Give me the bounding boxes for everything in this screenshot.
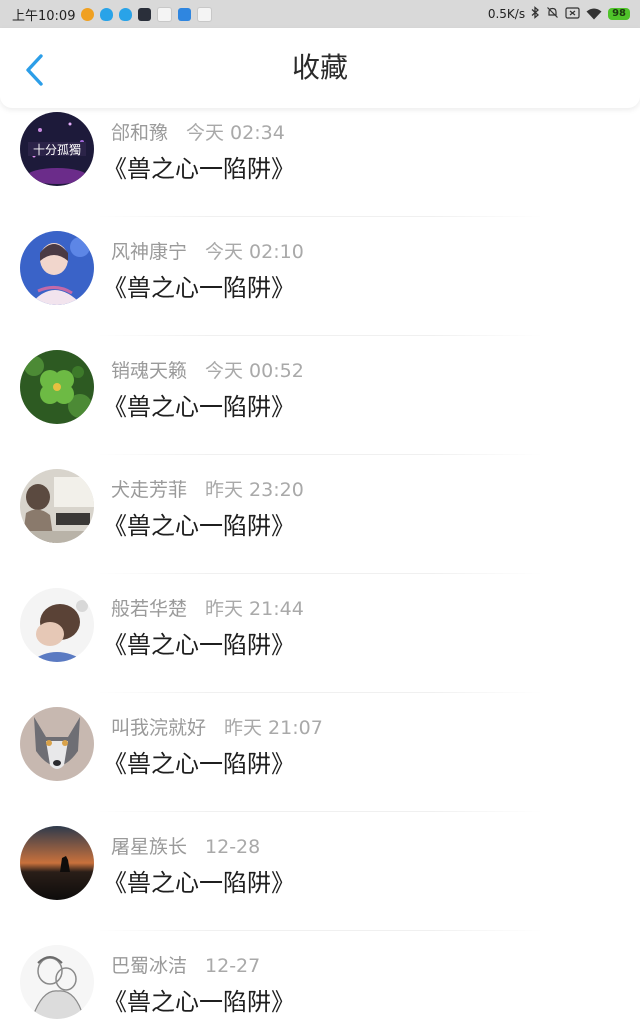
user-name: 屠星族长 [111, 836, 188, 858]
user-name: 销魂天籁 [111, 360, 188, 382]
page-title: 收藏 [291, 51, 348, 84]
status-bar: 上午10:09 0.5K/s 98 [0, 0, 640, 28]
timestamp: 12-28 [205, 836, 261, 858]
favorite-title: 《兽之心一陷阱》 [103, 512, 295, 540]
favorite-title: 《兽之心一陷阱》 [103, 750, 295, 778]
user-name: 般若华楚 [111, 598, 188, 620]
list-item[interactable]: 十分孤獨 郃和豫 今天 02:34 《兽之心一陷阱》 [0, 98, 640, 217]
favorite-title: 《兽之心一陷阱》 [103, 393, 295, 421]
status-bar-left: 上午10:09 [12, 5, 213, 24]
mute-bell-icon [546, 6, 559, 22]
status-time: 上午10:09 [12, 8, 76, 24]
user-name: 犬走芳菲 [111, 479, 188, 501]
timestamp: 昨天 23:20 [205, 479, 304, 501]
list-item[interactable]: 般若华楚 昨天 21:44 《兽之心一陷阱》 [0, 574, 640, 693]
timestamp: 今天 00:52 [205, 360, 304, 382]
list-item[interactable]: 风神康宁 今天 02:10 《兽之心一陷阱》 [0, 217, 640, 336]
svg-text:十分孤獨: 十分孤獨 [33, 142, 81, 157]
avatar[interactable]: 十分孤獨 [20, 112, 94, 186]
bluetooth-icon [531, 6, 540, 22]
list-item[interactable]: 销魂天籁 今天 00:52 《兽之心一陷阱》 [0, 336, 640, 455]
sim-off-icon [565, 6, 580, 22]
timestamp: 昨天 21:44 [205, 598, 304, 620]
avatar[interactable] [20, 945, 94, 1019]
user-name: 巴蜀冰洁 [111, 955, 188, 977]
status-bar-right: 0.5K/s 98 [488, 6, 630, 22]
list-item[interactable]: 犬走芳菲 昨天 23:20 《兽之心一陷阱》 [0, 455, 640, 574]
wifi-icon [586, 8, 602, 20]
timestamp: 今天 02:34 [186, 122, 285, 144]
app-dark-icon [138, 7, 152, 21]
qq-icon [119, 7, 133, 21]
item-meta: 销魂天籁 今天 00:52 [111, 356, 304, 383]
net-speed: 0.5K/s [487, 7, 526, 21]
list-item[interactable]: 叫我浣就好 昨天 21:07 《兽之心一陷阱》 [0, 693, 640, 812]
weibo-icon [81, 7, 95, 21]
favorite-title: 《兽之心一陷阱》 [103, 988, 295, 1016]
favorites-list: 十分孤獨 郃和豫 今天 02:34 《兽之心一陷阱》 风神康宁 今天 02:10… [0, 98, 640, 1024]
app-white-icon [197, 6, 213, 22]
app-white-icon [157, 6, 173, 22]
user-name: 叫我浣就好 [111, 717, 207, 739]
favorite-title: 《兽之心一陷阱》 [103, 155, 295, 183]
avatar[interactable] [20, 231, 94, 305]
timestamp: 12-27 [205, 955, 261, 977]
item-meta: 巴蜀冰洁 12-27 [111, 951, 260, 978]
list-item[interactable]: 巴蜀冰洁 12-27 《兽之心一陷阱》 [0, 931, 640, 1024]
avatar[interactable] [20, 707, 94, 781]
app-screen: 上午10:09 0.5K/s 98 收藏 十分孤獨 郃和豫 今天 02:34 《… [0, 0, 640, 1024]
avatar[interactable] [20, 469, 94, 543]
favorite-title: 《兽之心一陷阱》 [103, 869, 295, 897]
item-meta: 犬走芳菲 昨天 23:20 [111, 475, 304, 502]
avatar[interactable] [20, 826, 94, 900]
battery-indicator: 98 [608, 8, 630, 20]
chevron-left-icon [26, 54, 43, 86]
timestamp: 今天 02:10 [205, 241, 304, 263]
header-bar: 收藏 [0, 28, 640, 108]
favorite-title: 《兽之心一陷阱》 [103, 274, 295, 302]
item-meta: 般若华楚 昨天 21:44 [111, 594, 304, 621]
app-blue-icon [178, 7, 192, 21]
user-name: 郃和豫 [111, 122, 169, 144]
favorite-title: 《兽之心一陷阱》 [103, 631, 295, 659]
qq-icon [100, 7, 114, 21]
back-button[interactable] [14, 50, 54, 90]
item-meta: 屠星族长 12-28 [111, 832, 260, 859]
timestamp: 昨天 21:07 [224, 717, 323, 739]
list-item[interactable]: 屠星族长 12-28 《兽之心一陷阱》 [0, 812, 640, 931]
avatar[interactable] [20, 588, 94, 662]
item-meta: 叫我浣就好 昨天 21:07 [111, 713, 323, 740]
item-meta: 郃和豫 今天 02:34 [111, 118, 285, 145]
user-name: 风神康宁 [111, 241, 188, 263]
item-meta: 风神康宁 今天 02:10 [111, 237, 304, 264]
avatar[interactable] [20, 350, 94, 424]
